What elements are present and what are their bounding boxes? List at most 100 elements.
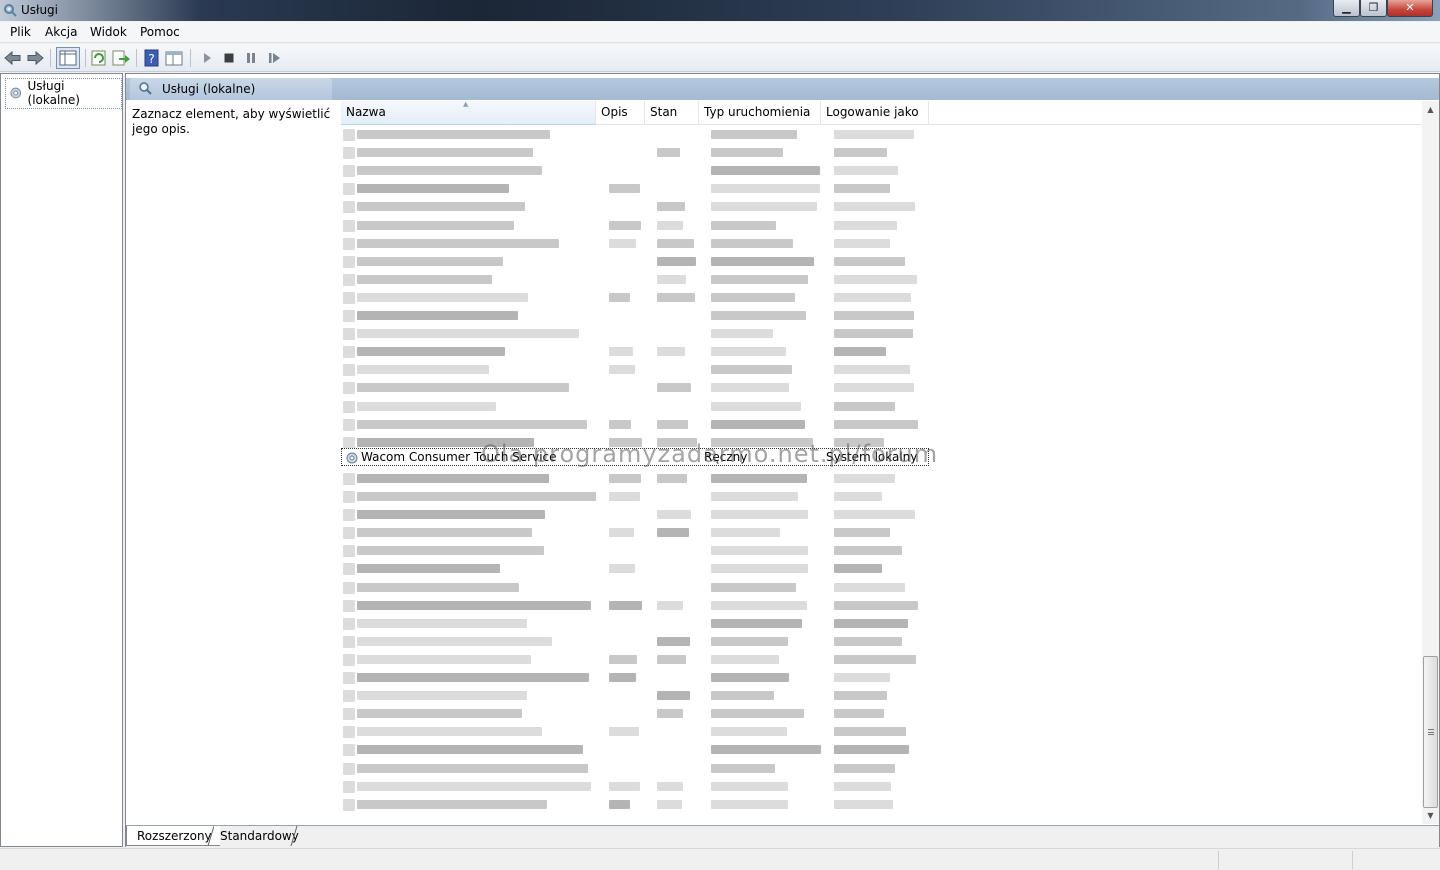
blurred-cell — [711, 745, 821, 755]
blurred-cell — [357, 347, 505, 357]
list-item[interactable] — [341, 307, 929, 325]
restart-service-icon[interactable] — [264, 48, 284, 68]
list-item[interactable] — [341, 651, 929, 669]
help-icon[interactable]: ? — [142, 48, 162, 68]
list-item[interactable] — [341, 488, 929, 506]
scroll-thumb[interactable] — [1423, 656, 1438, 808]
list-item[interactable] — [341, 416, 929, 434]
service-gear-icon — [343, 328, 355, 341]
list-item[interactable] — [341, 542, 929, 560]
vertical-scrollbar[interactable]: ▲ ▼ — [1422, 101, 1439, 824]
list-item[interactable] — [341, 741, 929, 759]
export-list-icon[interactable] — [111, 48, 131, 68]
list-item[interactable] — [341, 778, 929, 796]
list-item[interactable] — [341, 271, 929, 289]
services-gear-icon — [4, 4, 17, 17]
blurred-cell — [711, 202, 817, 212]
list-item[interactable] — [341, 579, 929, 597]
scroll-down-arrow-icon[interactable]: ▼ — [1422, 807, 1439, 824]
service-gear-icon — [343, 165, 355, 178]
menu-help[interactable]: Pomoc — [140, 25, 180, 39]
blurred-cell — [711, 600, 807, 610]
close-icon: ✕ — [1405, 1, 1415, 14]
list-item[interactable] — [341, 524, 929, 542]
start-service-icon[interactable] — [197, 48, 217, 68]
list-item[interactable] — [341, 217, 929, 235]
blurred-cell — [357, 546, 544, 556]
blurred-cell — [357, 311, 518, 320]
list-item[interactable] — [341, 760, 929, 778]
maximize-button[interactable]: ❐ — [1360, 0, 1387, 17]
show-hide-console-tree-icon[interactable] — [56, 47, 80, 69]
tree-node-services-local[interactable]: Usługi (lokalne) — [5, 78, 122, 109]
list-item[interactable] — [341, 470, 929, 488]
blurred-cell — [711, 256, 814, 266]
scroll-up-arrow-icon[interactable]: ▲ — [1422, 101, 1439, 118]
menu-file[interactable]: Plik — [10, 25, 31, 39]
menu-view[interactable]: Widok — [90, 25, 127, 39]
menu-bar: Plik Akcja Widok Pomoc — [0, 22, 1440, 43]
service-gear-icon — [346, 452, 358, 464]
service-gear-icon — [343, 545, 355, 558]
list-item[interactable] — [341, 597, 929, 615]
blurred-cell — [609, 528, 634, 538]
service-gear-icon — [343, 690, 355, 703]
window-title: Usługi — [21, 3, 59, 17]
list-item[interactable] — [341, 796, 929, 814]
list-item[interactable] — [341, 126, 929, 144]
column-header-log-on-as[interactable]: Logowanie jako — [821, 101, 929, 125]
forward-icon[interactable] — [25, 48, 45, 68]
list-item[interactable] — [341, 325, 929, 343]
blurred-cell — [609, 673, 636, 682]
list-item[interactable] — [341, 669, 929, 687]
column-header-description[interactable]: Opis — [596, 101, 645, 125]
list-item[interactable] — [341, 615, 929, 633]
list-item[interactable] — [341, 162, 929, 180]
properties-icon[interactable] — [164, 48, 184, 68]
back-icon[interactable] — [3, 48, 23, 68]
list-item[interactable] — [341, 705, 929, 723]
list-item[interactable] — [341, 289, 929, 307]
menu-action[interactable]: Akcja — [45, 25, 77, 39]
close-button[interactable]: ✕ — [1387, 0, 1433, 17]
pause-service-icon[interactable] — [241, 48, 261, 68]
column-header-startup-type[interactable]: Typ uruchomienia — [699, 101, 821, 125]
list-item[interactable] — [341, 361, 929, 379]
service-gear-icon — [343, 400, 355, 413]
refresh-icon[interactable] — [89, 48, 109, 68]
blurred-cell — [357, 673, 589, 682]
blurred-cell — [711, 311, 806, 320]
list-item[interactable] — [341, 180, 929, 198]
list-item[interactable] — [341, 379, 929, 397]
list-item[interactable] — [341, 343, 929, 361]
column-header-name[interactable]: ▲ Nazwa — [341, 101, 596, 125]
service-gear-icon — [343, 653, 355, 666]
blurred-cell — [609, 347, 633, 357]
list-item[interactable] — [341, 398, 929, 416]
blurred-cell — [357, 383, 569, 393]
list-item[interactable] — [341, 253, 929, 271]
list-item[interactable] — [341, 723, 929, 741]
list-item[interactable] — [341, 687, 929, 705]
minimize-button[interactable]: ▁ — [1333, 0, 1360, 17]
list-item[interactable] — [341, 560, 929, 578]
service-gear-icon — [343, 635, 355, 648]
blurred-cell — [834, 347, 886, 357]
list-item[interactable] — [341, 198, 929, 216]
blurred-cell — [834, 292, 911, 302]
blurred-cell — [357, 528, 532, 538]
service-gear-icon — [343, 509, 355, 522]
list-item[interactable] — [341, 235, 929, 253]
blurred-cell — [711, 166, 820, 176]
list-item[interactable] — [341, 633, 929, 651]
service-gear-icon — [343, 762, 355, 775]
blurred-cell — [609, 600, 642, 610]
column-header-status[interactable]: Stan — [645, 101, 699, 125]
blurred-cell — [657, 202, 685, 212]
watermark: Ola programyzadarmo.net.pl/forum — [481, 440, 939, 468]
list-item[interactable] — [341, 144, 929, 162]
blurred-cell — [657, 274, 686, 284]
stop-service-icon[interactable] — [219, 48, 239, 68]
list-item[interactable] — [341, 506, 929, 524]
service-gear-icon — [343, 708, 355, 721]
